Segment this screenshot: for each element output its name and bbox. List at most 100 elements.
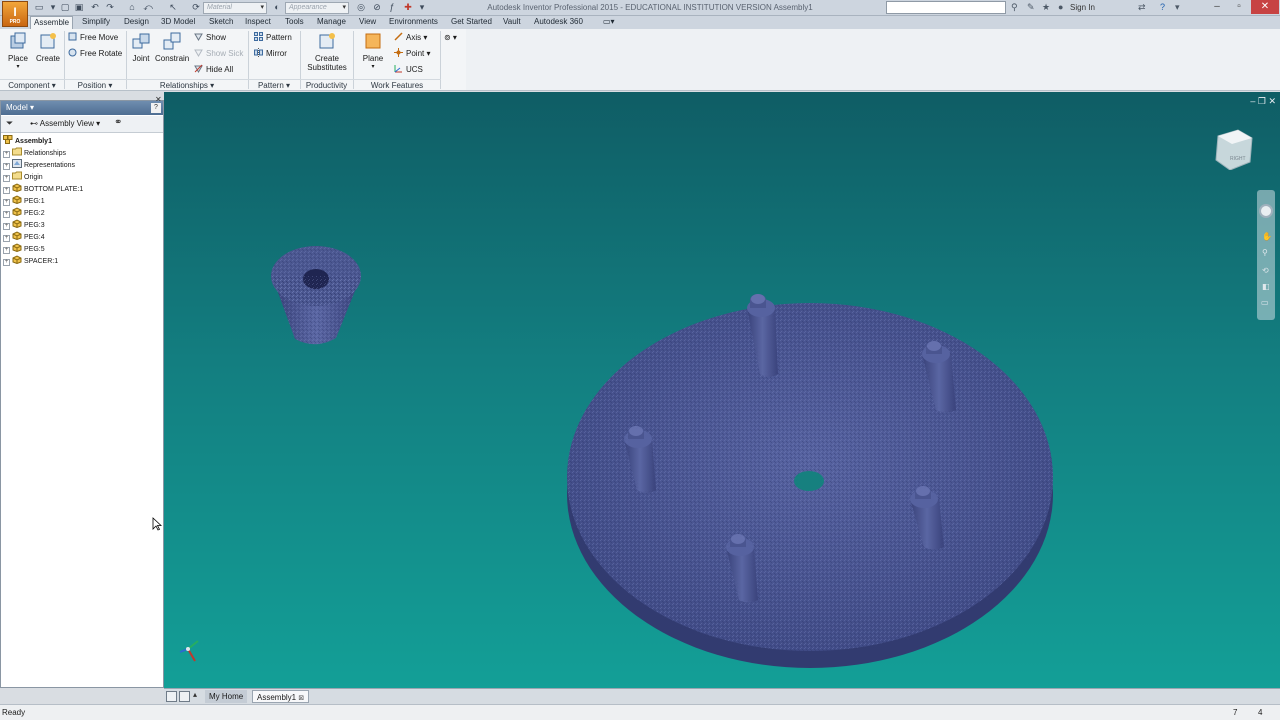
graphics-window[interactable]: – ❐ ✕ RIGHT ✋ ⚲ ⟲ ◧ ▭ — [164, 92, 1280, 688]
tile-horizontal-icon[interactable] — [179, 691, 190, 702]
navigation-bar[interactable]: ✋ ⚲ ⟲ ◧ ▭ — [1257, 190, 1275, 320]
user-icon[interactable]: ● — [1058, 2, 1063, 13]
ucs-button[interactable]: UCS — [394, 64, 423, 76]
tab-get-started[interactable]: Get Started — [448, 16, 495, 29]
show-button[interactable]: Show — [194, 32, 226, 44]
tree-root-node[interactable]: Assembly1 — [3, 135, 52, 147]
undo-icon[interactable]: ↶ — [89, 2, 101, 13]
clear-icon[interactable]: ⊘ — [371, 2, 383, 13]
viewport-close-icon[interactable]: ✕ — [1268, 96, 1276, 106]
fx-icon[interactable]: ƒ — [386, 2, 398, 13]
zoom-icon[interactable]: ⚲ — [1262, 248, 1268, 257]
browser-help-icon[interactable]: ? — [151, 103, 161, 113]
tab-tools[interactable]: Tools — [282, 16, 307, 29]
exchange-icon[interactable]: ⇄ — [1138, 2, 1146, 13]
tab-3d-model[interactable]: 3D Model — [158, 16, 198, 29]
constrain-button[interactable]: Constrain — [155, 31, 189, 63]
appearance-dropdown[interactable]: Appearance ▾ — [285, 2, 349, 14]
work-features-panel-title[interactable]: Work Features — [353, 79, 441, 90]
search-icon[interactable]: ⚲ — [1011, 2, 1018, 13]
tree-node[interactable]: + PEG:1 — [3, 195, 45, 207]
sign-in-link[interactable]: Sign In — [1070, 3, 1095, 12]
return-icon[interactable]: ⤺ — [142, 2, 154, 13]
relationships-panel-title[interactable]: Relationships ▾ — [126, 79, 248, 90]
ribbon-toggle-icon[interactable]: ▭▾ — [600, 16, 618, 29]
window-list-icon[interactable]: ▴ — [193, 690, 197, 699]
save-icon[interactable]: ▣ — [73, 2, 85, 13]
expand-icon[interactable]: + — [3, 187, 10, 194]
tree-node[interactable]: + PEG:4 — [3, 231, 45, 243]
pattern-button[interactable]: Pattern — [254, 32, 292, 44]
tile-vertical-icon[interactable] — [166, 691, 177, 702]
tree-node[interactable]: + SPACER:1 — [3, 255, 58, 267]
maximize-button[interactable]: ▫ — [1228, 0, 1250, 14]
tab-sketch[interactable]: Sketch — [206, 16, 236, 29]
tab-my-home[interactable]: My Home — [205, 690, 248, 703]
expand-icon[interactable]: + — [3, 175, 10, 182]
expand-icon[interactable]: + — [3, 163, 10, 170]
expand-icon[interactable]: + — [3, 223, 10, 230]
component-panel-title[interactable]: Component ▾ — [0, 79, 64, 90]
redo-icon[interactable]: ↷ — [104, 2, 116, 13]
axis-button[interactable]: Axis ▾ — [394, 32, 427, 44]
viewport-window-controls[interactable]: – ❐ ✕ — [1250, 96, 1276, 107]
look-at-icon[interactable]: ◧ — [1262, 282, 1270, 291]
work-features-dropdown-icon[interactable]: ⊚ ▾ — [444, 32, 457, 44]
plane-button[interactable]: Plane ▾ — [361, 31, 385, 70]
find-icon[interactable]: ⚭ — [114, 117, 122, 128]
productivity-panel-title[interactable]: Productivity — [300, 79, 353, 90]
minimize-button[interactable]: – — [1206, 0, 1228, 14]
free-rotate-button[interactable]: Free Rotate — [68, 48, 122, 60]
steering-wheel-icon[interactable] — [1259, 204, 1273, 218]
open-icon[interactable]: ▢ — [59, 2, 71, 13]
adjust-icon[interactable]: ◎ — [355, 2, 367, 13]
expand-icon[interactable]: + — [3, 211, 10, 218]
communication-icon[interactable]: ✎ — [1027, 2, 1035, 13]
mirror-button[interactable]: Mirror — [254, 48, 287, 60]
tree-node[interactable]: + Origin — [3, 171, 43, 183]
position-panel-title[interactable]: Position ▾ — [64, 79, 126, 90]
pan-icon[interactable]: ✋ — [1262, 232, 1272, 241]
favorites-icon[interactable]: ★ — [1042, 2, 1050, 13]
new-icon[interactable]: ▭ — [33, 2, 45, 13]
tab-environments[interactable]: Environments — [386, 16, 441, 29]
viewcube[interactable]: RIGHT — [1214, 126, 1254, 170]
expand-icon[interactable]: + — [3, 151, 10, 158]
point-button[interactable]: Point ▾ — [394, 48, 430, 60]
free-move-button[interactable]: Free Move — [68, 32, 118, 44]
viewport-restore-icon[interactable]: ❐ — [1258, 96, 1266, 106]
application-menu-button[interactable]: PRO I — [2, 1, 28, 27]
tree-node[interactable]: + Representations — [3, 159, 75, 171]
joint-button[interactable]: Joint — [130, 31, 152, 63]
tab-manage[interactable]: Manage — [314, 16, 349, 29]
expand-icon[interactable]: + — [3, 199, 10, 206]
update-icon[interactable]: ⟳ — [190, 2, 202, 13]
tree-node[interactable]: + BOTTOM PLATE:1 — [3, 183, 83, 195]
expand-icon[interactable]: + — [3, 247, 10, 254]
help-dropdown-icon[interactable]: ▾ — [1175, 2, 1180, 13]
appearance-icon[interactable]: ◐ — [271, 2, 283, 13]
customize-icon[interactable]: ▾ — [416, 2, 428, 13]
tab-assemble[interactable]: Assemble — [30, 16, 74, 30]
help-icon[interactable]: ? — [1160, 2, 1165, 13]
tree-node[interactable]: + PEG:2 — [3, 207, 45, 219]
create-component-button[interactable]: Create — [35, 31, 61, 63]
expand-icon[interactable]: + — [3, 235, 10, 242]
tab-autodesk-360[interactable]: Autodesk 360 — [531, 16, 586, 29]
view-settings-icon[interactable]: ▭ — [1261, 298, 1269, 307]
show-sick-button[interactable]: Show Sick — [194, 48, 243, 60]
material-dropdown[interactable]: Material ▾ — [203, 2, 267, 14]
tab-document[interactable]: Assembly1 ⊠ — [252, 690, 310, 703]
tree-node[interactable]: + Relationships — [3, 147, 66, 159]
tab-inspect[interactable]: Inspect — [242, 16, 274, 29]
tree-node[interactable]: + PEG:5 — [3, 243, 45, 255]
filter-icon[interactable]: ⏷ — [6, 118, 13, 129]
tab-view[interactable]: View — [356, 16, 379, 29]
tab-design[interactable]: Design — [121, 16, 152, 29]
help-search-input[interactable] — [886, 1, 1006, 14]
tab-vault[interactable]: Vault — [500, 16, 524, 29]
spacer-part[interactable] — [271, 246, 361, 345]
browser-header[interactable]: Model ▾? — [1, 101, 163, 115]
orbit-icon[interactable]: ⟲ — [1262, 266, 1269, 275]
tree-node[interactable]: + PEG:3 — [3, 219, 45, 231]
